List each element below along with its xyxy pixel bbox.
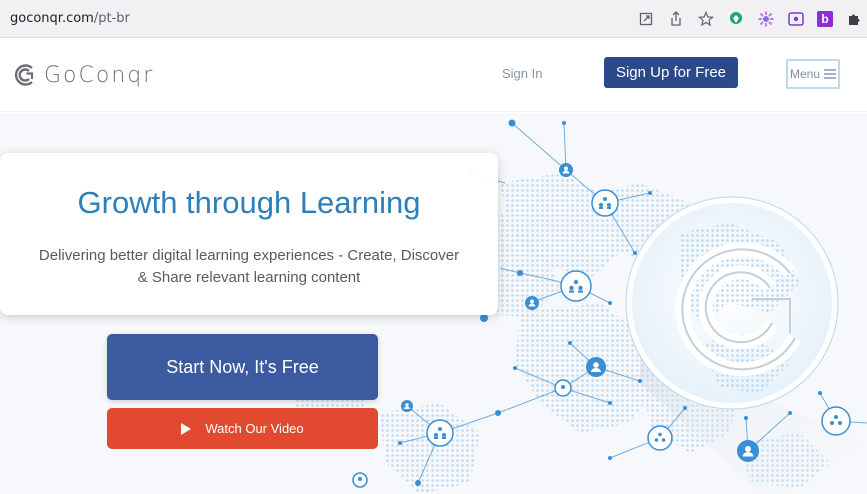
start-now-button[interactable]: Start Now, It's Free bbox=[107, 334, 378, 400]
open-in-new-icon[interactable] bbox=[637, 10, 655, 28]
hero-section: Growth through Learning Delivering bette… bbox=[0, 113, 867, 494]
extension-green-icon[interactable] bbox=[727, 10, 745, 28]
extensions-puzzle-icon[interactable] bbox=[845, 10, 863, 28]
extension-gear-icon[interactable] bbox=[757, 10, 775, 28]
hero-title: Growth through Learning bbox=[77, 185, 421, 220]
browser-address-bar: goconqr.com/pt-br b bbox=[0, 0, 867, 38]
globe-logo bbox=[625, 196, 839, 410]
goconqr-logo-icon bbox=[14, 64, 34, 86]
share-icon[interactable] bbox=[667, 10, 685, 28]
hero-subtitle: Delivering better digital learning exper… bbox=[2, 245, 496, 289]
hamburger-icon bbox=[824, 69, 837, 79]
play-icon bbox=[181, 422, 192, 435]
url-path: /pt-br bbox=[93, 11, 130, 26]
url-field[interactable]: goconqr.com/pt-br bbox=[10, 11, 130, 26]
logo-text: GoConqr bbox=[44, 62, 155, 88]
goconqr-logo[interactable]: GoConqr bbox=[12, 62, 154, 88]
hero-subtitle-line1: Delivering better digital learning exper… bbox=[38, 247, 460, 264]
menu-label: Menu bbox=[789, 67, 821, 81]
site-header: GoConqr Sign In Sign Up for Free Menu bbox=[0, 38, 867, 112]
watch-video-button[interactable]: Watch Our Video bbox=[107, 408, 378, 449]
watch-video-label: Watch Our Video bbox=[205, 421, 304, 436]
extension-b-icon[interactable]: b bbox=[817, 11, 833, 27]
bookmark-star-icon[interactable] bbox=[697, 10, 715, 28]
sign-up-button[interactable]: Sign Up for Free bbox=[604, 57, 738, 88]
sign-in-link[interactable]: Sign In bbox=[502, 66, 542, 81]
menu-button[interactable]: Menu bbox=[786, 59, 840, 89]
url-host: goconqr.com bbox=[10, 11, 94, 26]
hero-subtitle-line2: & Share relevant learning content bbox=[137, 269, 361, 286]
extension-screen-icon[interactable] bbox=[787, 10, 805, 28]
browser-toolbar-icons: b bbox=[637, 7, 867, 31]
tagline-card: Growth through Learning Delivering bette… bbox=[0, 153, 498, 315]
